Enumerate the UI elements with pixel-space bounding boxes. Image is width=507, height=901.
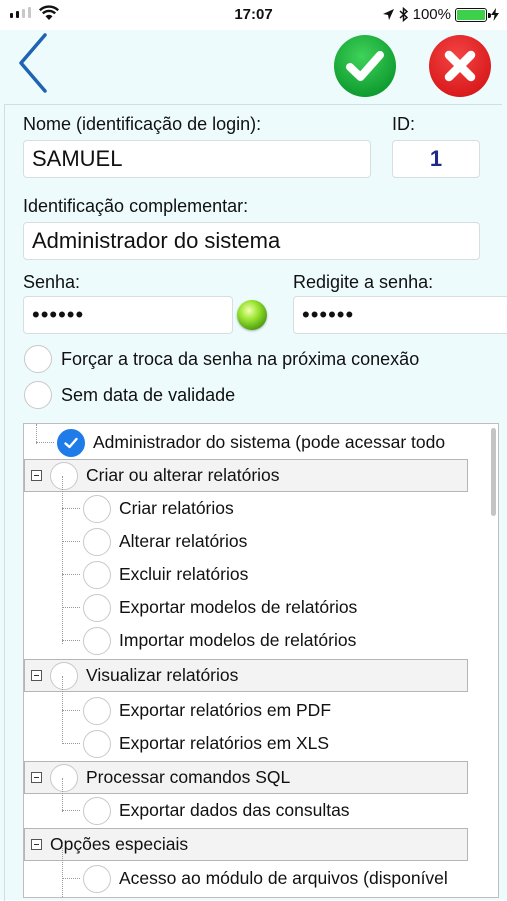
permission-radio[interactable] — [83, 796, 111, 825]
id-field: 1 — [392, 140, 480, 178]
permission-label: Exportar relatórios em PDF — [119, 700, 332, 720]
tree-connector — [62, 640, 80, 641]
user-form: Nome (identificação de login): ID: SAMUE… — [0, 102, 507, 901]
battery-percent: 100% — [412, 6, 451, 23]
permission-item[interactable]: Exportar relatórios em XLS — [24, 727, 329, 760]
battery-icon — [455, 7, 491, 22]
tree-guide-line — [36, 424, 37, 444]
permission-label: Acesso ao módulo de arquivos (disponível — [119, 868, 448, 888]
tree-connector — [62, 541, 80, 542]
permission-radio[interactable] — [83, 560, 111, 589]
confirm-button[interactable] — [333, 34, 397, 98]
checkmark-icon — [334, 35, 396, 97]
tree-guide-line — [62, 844, 63, 897]
permission-item[interactable]: Acesso ao módulo de arquivos (disponível — [24, 862, 448, 895]
force-password-change-option[interactable]: Forçar a troca da senha na próxima conex… — [24, 342, 419, 376]
permission-label: Criar ou alterar relatórios — [86, 465, 280, 485]
permission-label: Visualizar relatórios — [86, 665, 239, 685]
password-input[interactable]: •••••• — [23, 296, 233, 334]
permission-label: Importar modelos de relatórios — [119, 630, 357, 650]
permissions-tree[interactable]: Administrador do sistema (pode acessar t… — [23, 423, 499, 898]
collapse-icon[interactable] — [31, 839, 42, 850]
permission-item[interactable]: Exportar dados das consultas — [24, 794, 350, 827]
complementary-id-input[interactable]: Administrador do sistema — [23, 222, 480, 260]
password-label: Senha: — [23, 272, 81, 292]
no-expiry-option[interactable]: Sem data de validade — [24, 378, 235, 412]
tree-scrollbar[interactable] — [491, 428, 496, 516]
permission-label: Alterar relatórios — [119, 531, 248, 551]
permission-radio[interactable] — [83, 593, 111, 622]
tree-connector — [62, 607, 80, 608]
name-input[interactable]: SAMUEL — [23, 140, 371, 178]
permission-item[interactable]: Criar relatórios — [24, 492, 234, 525]
permission-label: Processar comandos SQL — [86, 767, 291, 787]
close-x-icon — [429, 35, 491, 97]
complementary-id-label: Identificação complementar: — [23, 196, 249, 216]
force-password-change-label: Forçar a troca da senha na próxima conex… — [61, 348, 420, 369]
permission-radio[interactable] — [50, 763, 78, 792]
checkmark-icon — [64, 437, 78, 448]
password-confirm-label: Redigite a senha: — [293, 272, 434, 292]
permission-item[interactable]: Exportar relatórios em PDF — [24, 694, 331, 727]
location-arrow-icon — [382, 9, 394, 20]
id-label: ID: — [392, 114, 416, 134]
permission-label: Exportar dados das consultas — [119, 800, 350, 820]
back-button[interactable] — [14, 32, 54, 94]
password-confirm-input[interactable]: •••••• — [293, 296, 507, 334]
toolbar — [0, 30, 507, 102]
permission-radio[interactable] — [83, 864, 111, 893]
permission-item[interactable]: Administrador do sistema (pode acessar t… — [24, 426, 445, 459]
charging-bolt-icon — [491, 8, 499, 21]
permission-label: Exportar modelos de relatórios — [119, 597, 358, 617]
permission-item[interactable]: Exportar modelos de relatórios — [24, 591, 357, 624]
status-bar: 17:07 100% — [0, 0, 507, 30]
permission-label: Excluir relatórios — [119, 564, 249, 584]
tree-connector — [62, 878, 80, 879]
permission-label: Criar relatórios — [119, 498, 234, 518]
permission-label: Opções especiais — [50, 834, 189, 854]
permission-item[interactable]: Importar modelos de relatórios — [24, 624, 356, 657]
cancel-button[interactable] — [428, 34, 492, 98]
permission-item[interactable]: Alterar relatórios — [24, 525, 247, 558]
permission-label: Administrador do sistema (pode acessar t… — [93, 432, 446, 452]
tree-connector — [62, 743, 80, 744]
permission-radio[interactable] — [50, 461, 78, 490]
permission-radio[interactable] — [83, 696, 111, 725]
tree-connector — [36, 442, 54, 443]
permission-group[interactable]: Visualizar relatórios — [24, 659, 468, 692]
tree-guide-line — [62, 676, 63, 744]
no-expiry-radio[interactable] — [24, 381, 52, 409]
collapse-icon[interactable] — [31, 670, 42, 681]
tree-connector — [62, 508, 80, 509]
collapse-icon[interactable] — [31, 470, 42, 481]
permission-group[interactable]: Processar comandos SQL — [24, 761, 468, 794]
password-match-indicator — [237, 300, 267, 330]
permission-radio[interactable] — [83, 729, 111, 758]
permission-radio[interactable] — [83, 527, 111, 556]
tree-guide-line — [62, 476, 63, 644]
tree-connector — [62, 810, 80, 811]
tree-connector — [62, 574, 80, 575]
tree-guide-line — [62, 778, 63, 812]
permission-group[interactable]: Opções especiais — [24, 828, 468, 861]
permission-label: Exportar relatórios em XLS — [119, 733, 330, 753]
permission-item[interactable]: Excluir relatórios — [24, 558, 248, 591]
no-expiry-label: Sem data de validade — [61, 384, 236, 405]
force-password-change-radio[interactable] — [24, 345, 52, 373]
permission-radio[interactable] — [50, 661, 78, 690]
bluetooth-icon — [399, 7, 408, 22]
name-label: Nome (identificação de login): — [23, 114, 262, 134]
checked-radio[interactable] — [57, 428, 85, 457]
permission-group[interactable]: Criar ou alterar relatórios — [24, 459, 468, 492]
permission-radio[interactable] — [83, 494, 111, 523]
tree-connector — [62, 710, 80, 711]
permission-radio[interactable] — [83, 626, 111, 655]
collapse-icon[interactable] — [31, 772, 42, 783]
chevron-left-icon — [19, 33, 47, 93]
